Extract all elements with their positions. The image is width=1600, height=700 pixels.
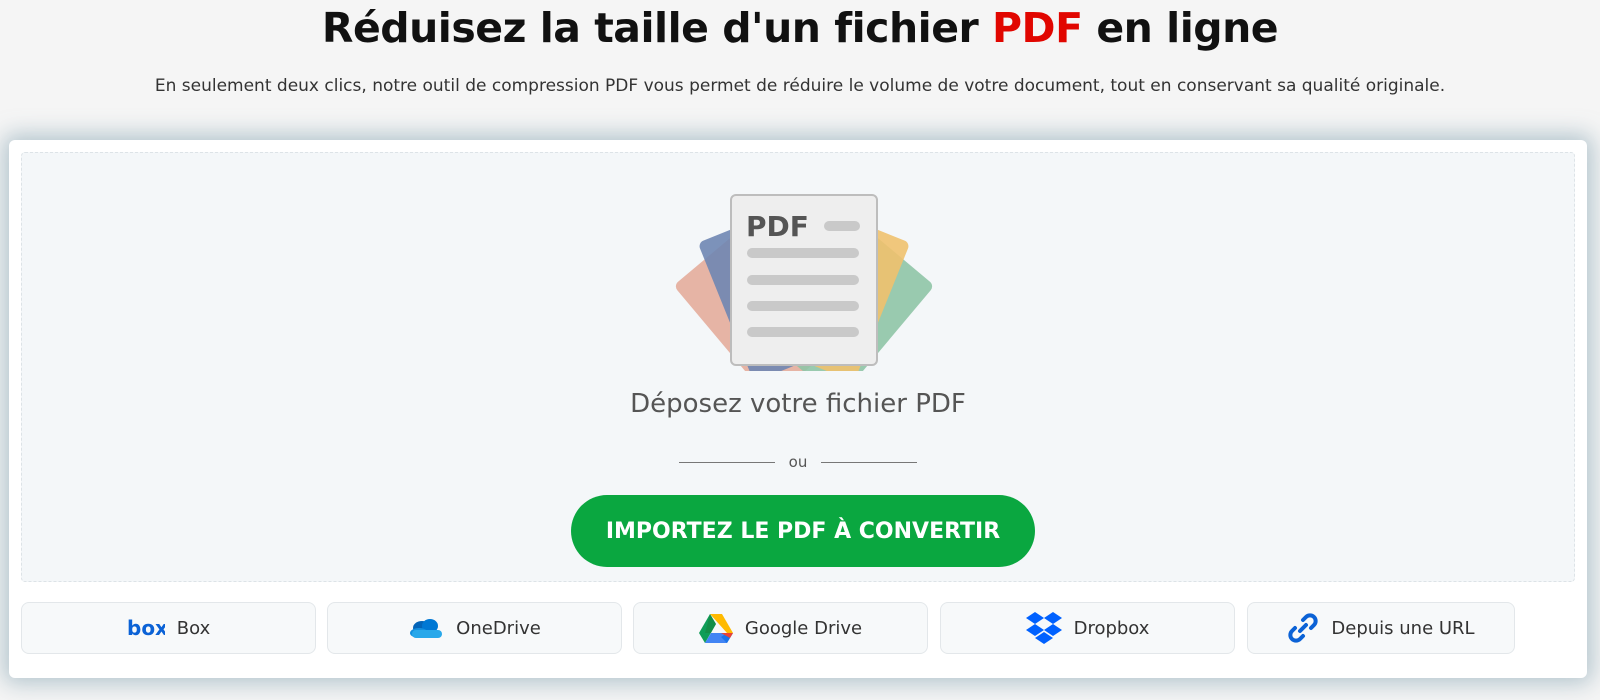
upload-panel: PDF Déposez votre fichier PDF ou IMPORTE… [9, 140, 1587, 678]
source-box-button[interactable]: box Box [21, 602, 316, 654]
source-label: Dropbox [1073, 617, 1150, 639]
cloud-sources: box Box OneDrive Google Drive Dropbox De… [21, 602, 1575, 654]
page-title: Réduisez la taille d'un fichier PDF en l… [0, 4, 1600, 52]
drop-file-label: Déposez votre fichier PDF [630, 389, 966, 419]
source-dropbox-button[interactable]: Dropbox [940, 602, 1235, 654]
source-url-button[interactable]: Depuis une URL [1247, 602, 1515, 654]
onedrive-icon [408, 616, 444, 640]
separator-line-left [678, 461, 775, 463]
page-subtitle: En seulement deux clics, notre outil de … [154, 76, 1446, 96]
pdf-files-illustration: PDF [675, 194, 933, 371]
source-label: OneDrive [456, 617, 541, 639]
title-text-after: en ligne [1082, 4, 1279, 52]
source-label: Box [176, 617, 211, 639]
or-label: ou [788, 453, 808, 471]
source-google-drive-button[interactable]: Google Drive [633, 602, 928, 654]
file-dropzone[interactable]: PDF Déposez votre fichier PDF ou IMPORTE… [21, 152, 1575, 582]
illustration-pdf-label: PDF [746, 210, 809, 243]
dropbox-icon [1025, 611, 1062, 645]
google-drive-icon [698, 613, 733, 643]
separator-line-right [821, 461, 918, 463]
title-accent: PDF [992, 4, 1083, 52]
title-text-before: Réduisez la taille d'un fichier [321, 4, 992, 52]
link-icon [1287, 612, 1319, 644]
or-separator: ou [22, 453, 1574, 471]
box-logo-icon: box [127, 618, 165, 638]
source-onedrive-button[interactable]: OneDrive [327, 602, 622, 654]
svg-text:box: box [127, 618, 165, 638]
source-label: Google Drive [744, 617, 863, 639]
import-pdf-button[interactable]: IMPORTEZ LE PDF À CONVERTIR [571, 495, 1035, 567]
source-label: Depuis une URL [1331, 617, 1475, 639]
